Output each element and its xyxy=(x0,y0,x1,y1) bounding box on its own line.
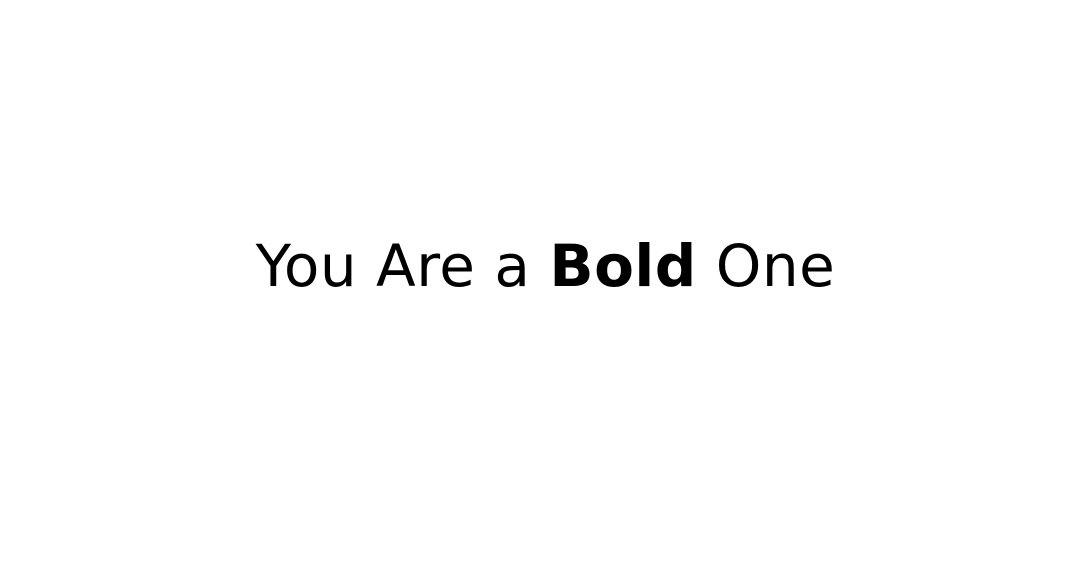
slide-canvas: You Are a Bold One xyxy=(0,0,1091,563)
headline-lead-text: You Are a xyxy=(255,232,550,300)
headline-bold-word: Bold xyxy=(549,232,697,300)
headline-trailing-text: One xyxy=(696,232,836,300)
headline: You Are a Bold One xyxy=(0,228,1091,304)
